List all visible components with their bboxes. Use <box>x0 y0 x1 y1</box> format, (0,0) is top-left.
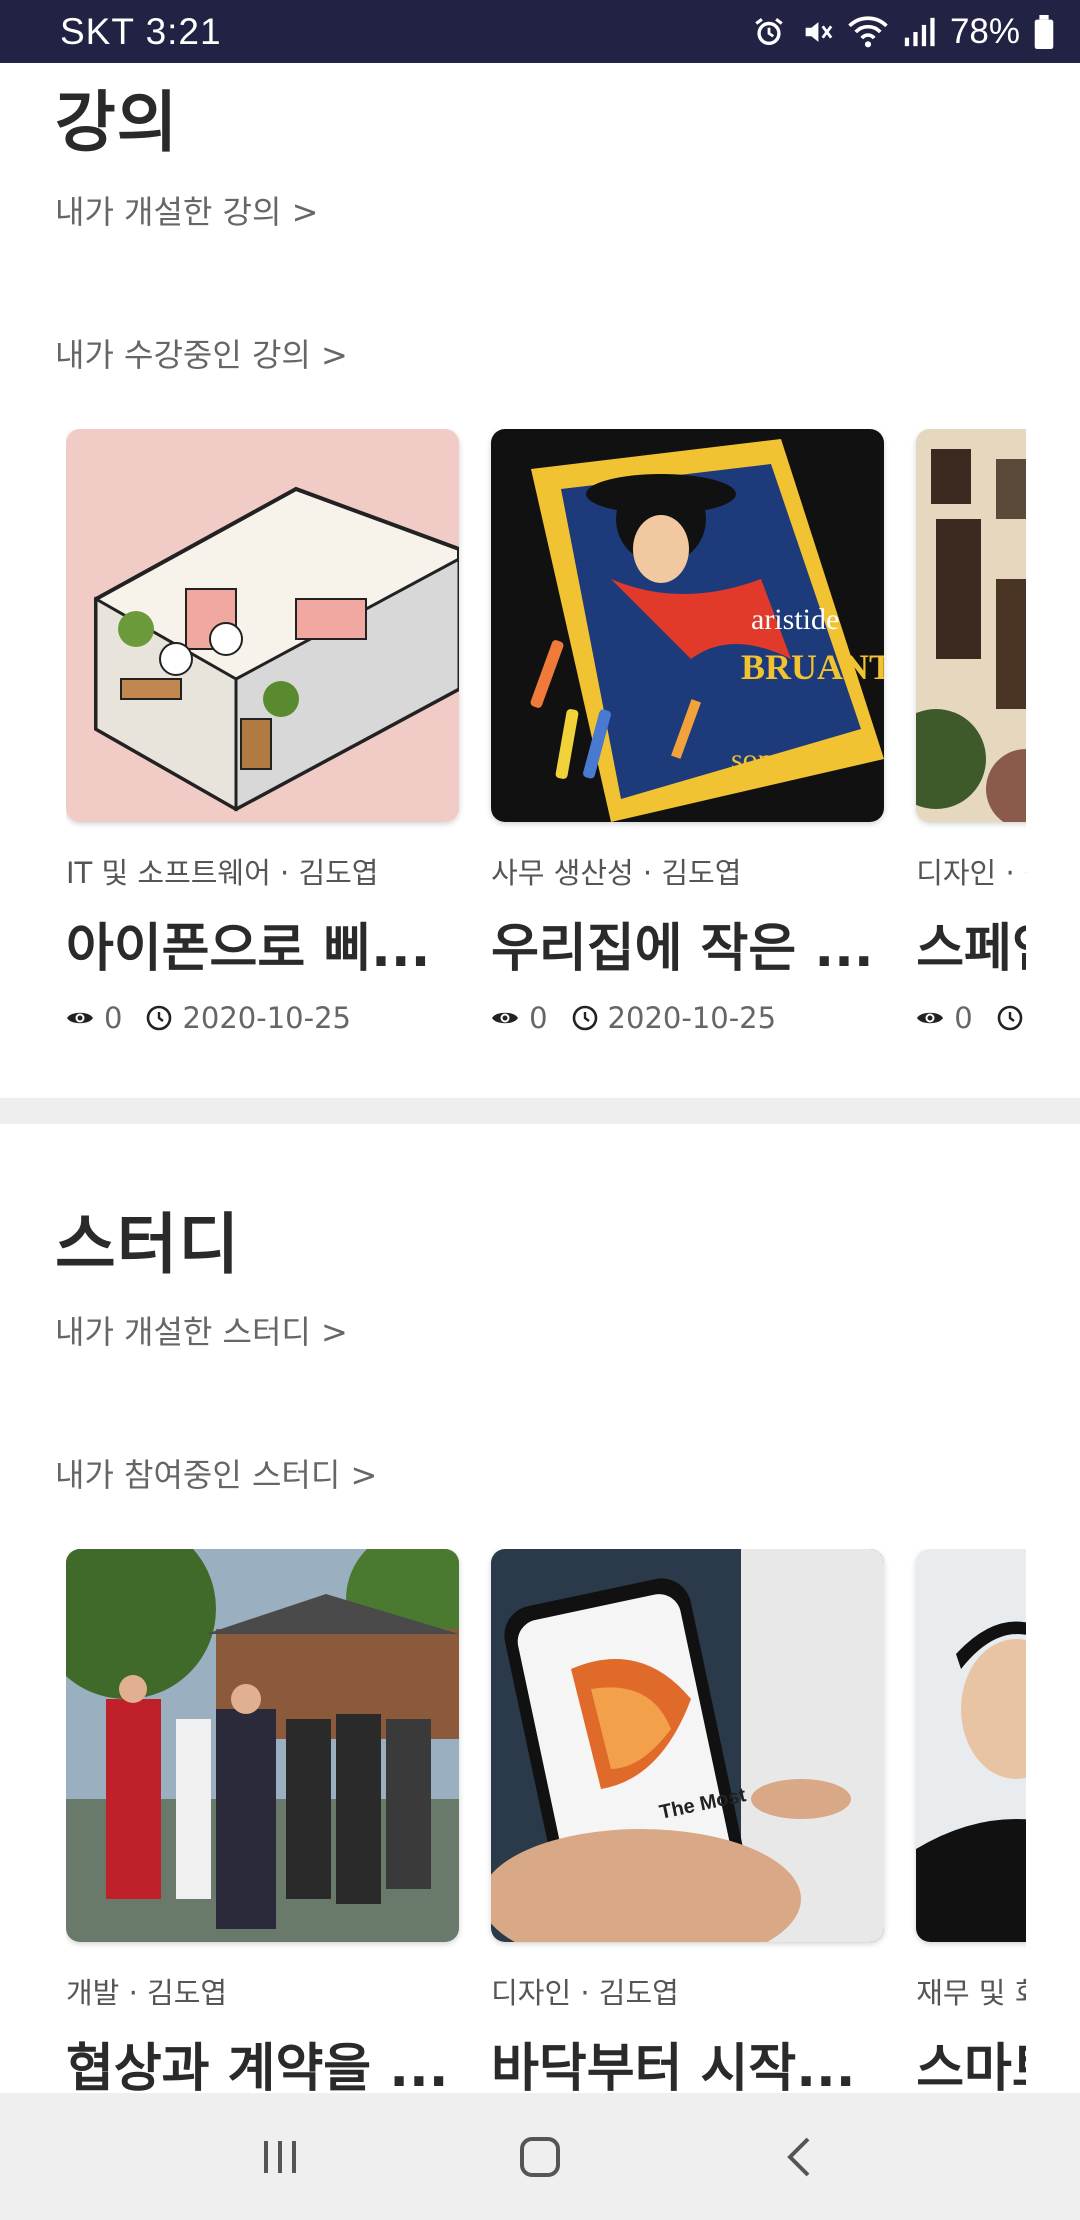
wifi-icon <box>848 15 888 47</box>
lecture-thumbnail <box>66 429 459 822</box>
lecture-category-author: IT 및 소프트웨어 · 김도엽 <box>66 856 379 890</box>
study-title: 협상과 계약을 ... <box>66 2039 449 2093</box>
lecture-thumbnail: aristide BRUANT soncabar <box>491 429 885 822</box>
lecture-card[interactable]: IT 및 소프트웨어 · 김도엽 아이폰으로 삐... 0 2020-10-25 <box>66 429 459 1035</box>
created-date: 2020-10-25 <box>607 1001 777 1035</box>
study-section: 스터디 내가 개설한 스터디 > 내가 참여중인 스터디 > 개발 · 김도엽 … <box>0 1124 1080 2093</box>
system-navigation-bar <box>0 2093 1080 2220</box>
my-created-lectures-link[interactable]: 내가 개설한 강의 > <box>55 187 318 233</box>
eye-icon <box>917 1012 944 1024</box>
signal-icon <box>904 17 935 46</box>
created-date: 2020-10-25 <box>182 1001 351 1035</box>
lecture-card[interactable]: aristide BRUANT soncabar 사무 생산성 · 김도엽 우리… <box>491 429 885 1035</box>
view-count: 0 <box>104 1001 123 1035</box>
battery-icon <box>1034 14 1054 49</box>
my-joined-studies-link[interactable]: 내가 참여중인 스터디 > <box>55 1450 377 1496</box>
home-icon <box>520 2136 560 2177</box>
lecture-category-author: 디자인 · 김 <box>916 856 1026 890</box>
eye-icon <box>67 1012 93 1024</box>
study-title: 스마트 <box>916 2039 1026 2093</box>
status-icons: 78% <box>752 12 1054 52</box>
recents-button[interactable] <box>240 2117 320 2197</box>
study-card[interactable]: 개발 · 김도엽 협상과 계약을 ... <box>66 1549 459 2093</box>
study-category-author: 재무 및 회 <box>916 1976 1026 2010</box>
lecture-title: 스페인 <box>916 919 1026 979</box>
lecture-card-list[interactable]: IT 및 소프트웨어 · 김도엽 아이폰으로 삐... 0 2020-10-25 <box>66 429 1026 1035</box>
lecture-stats: 0 2 <box>916 1001 1026 1035</box>
clock-icon <box>572 1005 597 1031</box>
clock-icon <box>997 1005 1022 1031</box>
svg-text:BRUANT: BRUANT <box>741 647 884 687</box>
section-divider <box>0 1098 1080 1124</box>
my-created-studies-link[interactable]: 내가 개설한 스터디 > <box>55 1307 348 1353</box>
lecture-title: 아이폰으로 삐... <box>66 919 431 979</box>
lecture-section: 강의 내가 개설한 강의 > 내가 수강중인 강의 > IT 및 소프트웨어 ·… <box>0 63 1080 1098</box>
alarm-icon <box>755 17 783 45</box>
my-enrolled-lectures-link[interactable]: 내가 수강중인 강의 > <box>55 330 348 376</box>
study-card[interactable]: The Most 디자인 · 김도엽 바닥부터 시작... <box>491 1549 885 2093</box>
clock-icon <box>147 1005 172 1031</box>
lecture-title: 우리집에 작은 ... <box>491 919 874 979</box>
view-count: 0 <box>529 1001 548 1035</box>
study-category-author: 개발 · 김도엽 <box>66 1976 228 2010</box>
lecture-category-author: 사무 생산성 · 김도엽 <box>491 856 742 890</box>
status-bar: SKT 3:21 78% <box>0 0 1080 63</box>
study-category-author: 디자인 · 김도엽 <box>491 1976 679 2010</box>
study-section-title: 스터디 <box>55 1206 241 1283</box>
home-button[interactable] <box>500 2117 580 2197</box>
lecture-card[interactable]: 디자인 · 김 스페인 0 2 <box>916 429 1026 1035</box>
recents-icon <box>264 2140 296 2173</box>
back-icon <box>787 2137 810 2176</box>
study-thumbnail <box>916 1549 1026 1942</box>
lecture-stats: 0 2020-10-25 <box>491 1001 884 1035</box>
battery-level: 78% <box>949 11 1020 51</box>
lecture-section-title: 강의 <box>55 84 179 161</box>
scroll-content[interactable]: 강의 내가 개설한 강의 > 내가 수강중인 강의 > IT 및 소프트웨어 ·… <box>0 63 1080 2093</box>
mute-icon <box>805 21 833 42</box>
back-button[interactable] <box>760 2117 840 2197</box>
study-card-list[interactable]: 개발 · 김도엽 협상과 계약을 ... The Most 디자인 · 김도엽 … <box>66 1549 1026 2093</box>
study-card[interactable]: 재무 및 회 스마트 <box>916 1549 1026 2093</box>
study-thumbnail: The Most <box>491 1549 885 1942</box>
carrier-time: SKT 3:21 <box>60 10 222 52</box>
view-count: 0 <box>954 1001 973 1035</box>
eye-icon <box>492 1012 519 1024</box>
lecture-thumbnail <box>916 429 1026 822</box>
lecture-stats: 0 2020-10-25 <box>66 1001 459 1035</box>
study-title: 바닥부터 시작... <box>491 2039 856 2093</box>
svg-text:soncabar: soncabar <box>731 743 838 776</box>
svg-text:aristide: aristide <box>751 603 839 636</box>
study-thumbnail <box>66 1549 459 1942</box>
